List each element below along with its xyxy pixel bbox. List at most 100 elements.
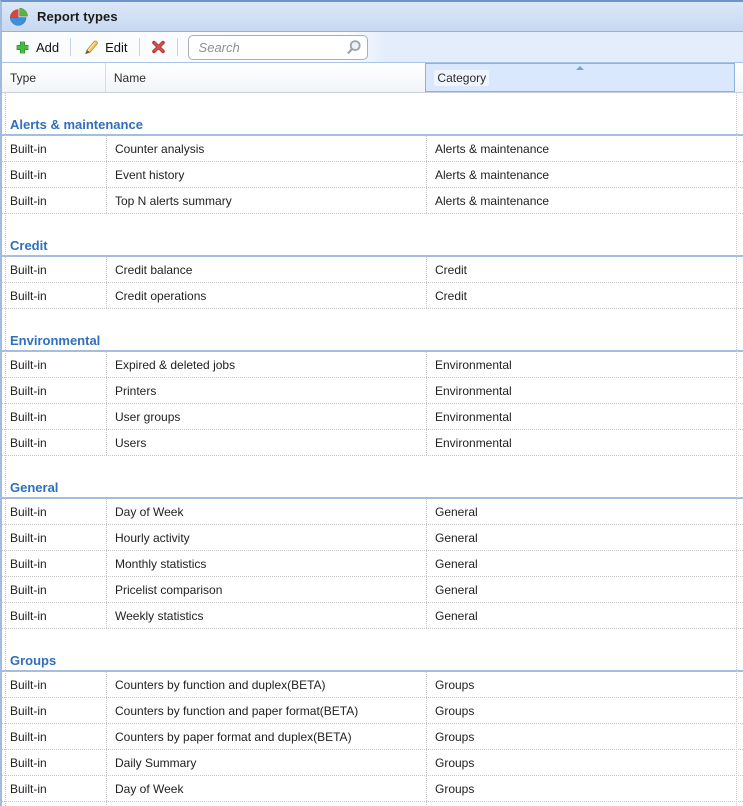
group-section: CreditBuilt-inCredit balanceCreditBuilt-… (2, 214, 743, 309)
group-header[interactable]: Environmental (2, 331, 743, 352)
add-button-label: Add (36, 40, 59, 55)
pie-chart-icon (9, 7, 29, 27)
cell-name: Pricelist comparison (106, 577, 426, 602)
group-section: EnvironmentalBuilt-inExpired & deleted j… (2, 309, 743, 456)
table-row[interactable]: Built-inPricelist comparisonGeneral (2, 577, 743, 603)
cell-name: Counter analysis (106, 136, 426, 161)
group-section: Alerts & maintenanceBuilt-inCounter anal… (2, 93, 743, 214)
cell-type: Built-in (2, 136, 106, 161)
toolbar-separator (177, 38, 178, 56)
search-input[interactable] (197, 39, 345, 56)
group-header-label: Groups (10, 653, 56, 668)
sort-ascending-icon (576, 66, 584, 70)
cell-type: Built-in (2, 352, 106, 377)
table-row[interactable]: Built-inWeekly statisticsGeneral (2, 603, 743, 629)
table-row[interactable]: Built-inPrintersEnvironmental (2, 378, 743, 404)
cell-type: Built-in (2, 257, 106, 282)
cell-name: Event history (106, 162, 426, 187)
table-row[interactable]: Built-inMonthly statisticsGeneral (2, 551, 743, 577)
cell-category: Groups (426, 724, 736, 749)
cell-type: Built-in (2, 525, 106, 550)
cell-name: Credit balance (106, 257, 426, 282)
table-row[interactable]: Built-inCredit balanceCredit (2, 257, 743, 283)
cell-name: Printers (106, 378, 426, 403)
cell-category: Environmental (426, 352, 736, 377)
toolbar: Add Edit (2, 32, 743, 63)
cell-name: Counters by function and duplex(BETA) (106, 672, 426, 697)
cell-category: General (426, 551, 736, 576)
column-header-type[interactable]: Type (2, 63, 106, 92)
delete-x-icon (151, 40, 166, 54)
group-header[interactable]: Alerts & maintenance (2, 115, 743, 136)
table-row[interactable]: Built-inCredit operationsCredit (2, 283, 743, 309)
magnifier-icon[interactable] (345, 39, 362, 56)
table-row[interactable]: Built-inDay of WeekGroups (2, 776, 743, 802)
edit-button[interactable]: Edit (75, 36, 134, 58)
cell-name: Counters by paper format and duplex(BETA… (106, 724, 426, 749)
table-row[interactable]: Built-inEvent historyAlerts & maintenanc… (2, 162, 743, 188)
group-section: GroupsBuilt-inCounters by function and d… (2, 629, 743, 802)
table-row[interactable]: Built-inCounters by function and duplex(… (2, 672, 743, 698)
cell-category: Groups (426, 698, 736, 723)
cell-name: Daily Summary (106, 750, 426, 775)
grid-left-dotted-border (5, 93, 6, 806)
cell-type: Built-in (2, 430, 106, 455)
table-header: Type Name Category (2, 63, 743, 93)
delete-button[interactable] (144, 37, 173, 57)
table-row[interactable]: Built-inTop N alerts summaryAlerts & mai… (2, 188, 743, 214)
table-row[interactable]: Built-inCounters by paper format and dup… (2, 724, 743, 750)
cell-type: Built-in (2, 551, 106, 576)
table-row[interactable]: Built-inUser groupsEnvironmental (2, 404, 743, 430)
titlebar[interactable]: Report types (2, 2, 743, 32)
toolbar-separator (139, 38, 140, 56)
plus-icon (15, 40, 30, 55)
table-row[interactable]: Built-inCounter analysisAlerts & mainten… (2, 136, 743, 162)
cell-category: Groups (426, 672, 736, 697)
cell-category: Groups (426, 776, 736, 801)
cell-category: Groups (426, 750, 736, 775)
group-header[interactable]: General (2, 478, 743, 499)
toolbar-separator (70, 38, 71, 56)
group-gap (2, 93, 743, 115)
cell-name: Weekly statistics (106, 603, 426, 628)
search-box (188, 35, 368, 60)
group-header-label: General (10, 480, 58, 495)
table-row[interactable]: Built-inDay of WeekGeneral (2, 499, 743, 525)
cell-type: Built-in (2, 404, 106, 429)
table-row[interactable]: Built-inDaily SummaryGroups (2, 750, 743, 776)
column-header-category[interactable]: Category (425, 63, 735, 92)
group-gap (2, 309, 743, 331)
add-button[interactable]: Add (8, 37, 66, 58)
cell-name: Monthly statistics (106, 551, 426, 576)
group-header[interactable]: Credit (2, 236, 743, 257)
cell-category: General (426, 577, 736, 602)
cell-type: Built-in (2, 162, 106, 187)
column-header-name[interactable]: Name (106, 63, 426, 92)
cell-category: Environmental (426, 404, 736, 429)
cell-type: Built-in (2, 672, 106, 697)
cell-category: Environmental (426, 430, 736, 455)
group-section: GeneralBuilt-inDay of WeekGeneralBuilt-i… (2, 456, 743, 629)
table-row-partial[interactable] (2, 802, 743, 806)
table-row[interactable]: Built-inCounters by function and paper f… (2, 698, 743, 724)
cell-category (426, 802, 736, 806)
cell-name: Users (106, 430, 426, 455)
cell-category: Credit (426, 283, 736, 308)
group-gap (2, 456, 743, 478)
cell-type: Built-in (2, 499, 106, 524)
group-header[interactable]: Groups (2, 651, 743, 672)
cell-name: Credit operations (106, 283, 426, 308)
table-row[interactable]: Built-inUsersEnvironmental (2, 430, 743, 456)
cell-name: User groups (106, 404, 426, 429)
cell-name: Expired & deleted jobs (106, 352, 426, 377)
cell-category: General (426, 603, 736, 628)
cell-category: General (426, 525, 736, 550)
table-row[interactable]: Built-inExpired & deleted jobsEnvironmen… (2, 352, 743, 378)
cell-category: Environmental (426, 378, 736, 403)
grid-right-dotted-border (736, 93, 737, 806)
cell-category: Alerts & maintenance (426, 188, 736, 213)
cell-type (2, 802, 106, 806)
cell-category: Alerts & maintenance (426, 162, 736, 187)
table-row[interactable]: Built-inHourly activityGeneral (2, 525, 743, 551)
group-gap (2, 214, 743, 236)
